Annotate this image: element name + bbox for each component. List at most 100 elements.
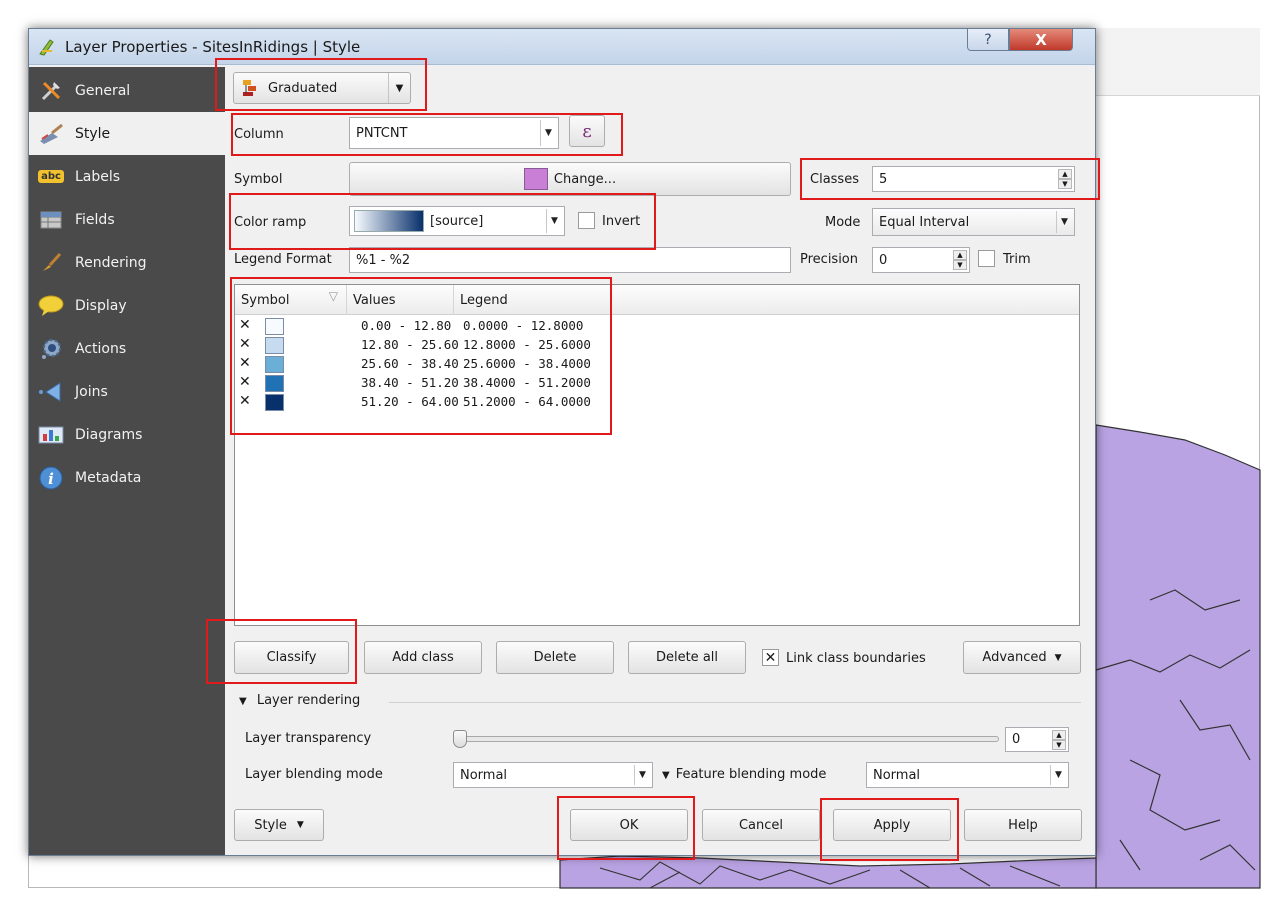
transparency-slider-handle[interactable] xyxy=(453,730,467,748)
sidebar-item-style[interactable]: Style xyxy=(29,112,225,155)
delete-button[interactable]: Delete xyxy=(496,641,614,674)
table-row[interactable]: ✕ 51.20 - 64.00 51.2000 - 64.0000 xyxy=(235,393,1079,412)
sidebar-item-fields[interactable]: Fields xyxy=(29,198,225,241)
class-color-swatch[interactable] xyxy=(265,318,284,335)
mode-value: Equal Interval xyxy=(879,214,970,230)
class-values: 25.60 - 38.40 xyxy=(361,356,459,371)
classes-label: Classes xyxy=(810,172,859,187)
sidebar-item-label: Diagrams xyxy=(75,426,143,443)
classify-button[interactable]: Classify xyxy=(234,641,349,674)
delete-all-button[interactable]: Delete all xyxy=(628,641,746,674)
sidebar-item-label: Style xyxy=(75,125,111,142)
sidebar-item-label: Labels xyxy=(75,168,121,185)
class-legend: 0.0000 - 12.8000 xyxy=(463,318,584,333)
table-header: Symbol ▽ Values Legend xyxy=(235,285,1079,315)
help-button[interactable]: Help xyxy=(964,809,1082,841)
add-class-button[interactable]: Add class xyxy=(364,641,482,674)
table-icon xyxy=(37,208,65,232)
abc-label-icon: abc xyxy=(37,165,65,189)
invert-checkbox[interactable] xyxy=(578,212,595,229)
title-bar[interactable]: Layer Properties - SitesInRidings | Styl… xyxy=(29,29,1095,65)
ok-button[interactable]: OK xyxy=(570,809,688,841)
table-row[interactable]: ✕ 12.80 - 25.60 12.8000 - 25.6000 xyxy=(235,336,1079,355)
change-symbol-button[interactable]: Change... xyxy=(349,162,791,196)
sidebar-item-actions[interactable]: Actions xyxy=(29,327,225,370)
transparency-spinner[interactable]: ▲ ▼ xyxy=(1052,730,1066,750)
layer-rendering-toggle[interactable]: ▼ Layer rendering xyxy=(239,693,360,708)
chevron-down-icon: ▼ xyxy=(546,209,562,233)
gear-icon xyxy=(37,337,65,361)
link-boundaries-checkbox[interactable]: ✕ xyxy=(762,649,779,666)
window-help-button[interactable]: ? xyxy=(967,29,1009,51)
column-value: PNTCNT xyxy=(356,125,408,141)
blending-combo[interactable]: Normal ▼ xyxy=(453,762,653,788)
table-row[interactable]: ✕ 0.00 - 12.80 0.0000 - 12.8000 xyxy=(235,317,1079,336)
mode-combo[interactable]: Equal Interval ▼ xyxy=(872,208,1075,236)
table-row[interactable]: ✕ 38.40 - 51.20 38.4000 - 51.2000 xyxy=(235,374,1079,393)
header-symbol[interactable]: Symbol ▽ xyxy=(235,285,347,315)
advanced-button[interactable]: Advanced ▼ xyxy=(963,641,1081,674)
expression-button[interactable]: ε xyxy=(569,115,605,147)
triangle-icon: ▼ xyxy=(662,770,670,781)
transparency-spinbox[interactable]: 0 ▲ ▼ xyxy=(1005,727,1069,752)
sidebar: General Style abc Labels Fields Renderin… xyxy=(29,67,225,855)
column-combo[interactable]: PNTCNT ▼ xyxy=(349,117,559,149)
wrench-hammer-icon xyxy=(37,79,65,103)
classes-table[interactable]: Symbol ▽ Values Legend ✕ 0.00 - 12.80 0.… xyxy=(234,284,1080,626)
classes-spinbox[interactable]: 5 ▲ ▼ xyxy=(872,166,1075,192)
precision-spinbox[interactable]: 0 ▲ ▼ xyxy=(872,247,970,273)
diagram-icon xyxy=(37,423,65,447)
header-values[interactable]: Values xyxy=(347,285,454,315)
transparency-slider[interactable] xyxy=(459,736,999,742)
sidebar-item-general[interactable]: General xyxy=(29,69,225,112)
checked-x-icon[interactable]: ✕ xyxy=(239,374,251,390)
class-color-swatch[interactable] xyxy=(265,356,284,373)
group-divider xyxy=(389,702,1081,703)
checked-x-icon[interactable]: ✕ xyxy=(239,393,251,409)
blending-label: Layer blending mode xyxy=(245,767,383,782)
sidebar-item-metadata[interactable]: i Metadata xyxy=(29,456,225,499)
color-ramp-combo[interactable]: [source] ▼ xyxy=(349,206,565,236)
window-close-button[interactable]: X xyxy=(1009,29,1073,51)
sidebar-item-joins[interactable]: Joins xyxy=(29,370,225,413)
trim-checkbox[interactable] xyxy=(978,250,995,267)
sidebar-item-rendering[interactable]: Rendering xyxy=(29,241,225,284)
checked-x-icon[interactable]: ✕ xyxy=(239,336,251,352)
feature-blending-combo[interactable]: Normal ▼ xyxy=(866,762,1069,788)
transparency-value: 0 xyxy=(1012,732,1021,747)
symbol-swatch xyxy=(523,168,548,190)
legend-format-input[interactable]: %1 - %2 xyxy=(349,247,791,273)
header-legend[interactable]: Legend xyxy=(454,285,1079,315)
classes-spinner[interactable]: ▲ ▼ xyxy=(1058,169,1072,189)
sidebar-item-label: Rendering xyxy=(75,254,147,271)
legend-format-value: %1 - %2 xyxy=(356,252,411,268)
precision-value: 0 xyxy=(879,252,888,268)
sidebar-item-display[interactable]: Display xyxy=(29,284,225,327)
precision-spinner[interactable]: ▲ ▼ xyxy=(953,250,967,270)
table-row[interactable]: ✕ 25.60 - 38.40 25.6000 - 38.4000 xyxy=(235,355,1079,374)
sort-indicator-icon: ▽ xyxy=(328,289,338,303)
sidebar-item-label: Metadata xyxy=(75,469,142,486)
checked-x-icon[interactable]: ✕ xyxy=(239,317,251,333)
renderer-combo[interactable]: Graduated ▼ xyxy=(233,72,411,104)
chevron-down-icon: ▼ xyxy=(1056,211,1072,233)
renderer-dropdown-arrow[interactable]: ▼ xyxy=(388,73,410,103)
color-ramp-label: Color ramp xyxy=(234,215,307,230)
class-legend: 25.6000 - 38.4000 xyxy=(463,356,591,371)
paintbrush-icon xyxy=(37,122,65,146)
sidebar-item-diagrams[interactable]: Diagrams xyxy=(29,413,225,456)
class-color-swatch[interactable] xyxy=(265,375,284,392)
sidebar-item-label: Joins xyxy=(75,383,108,400)
cancel-button[interactable]: Cancel xyxy=(702,809,820,841)
column-label: Column xyxy=(234,127,284,142)
class-color-swatch[interactable] xyxy=(265,337,284,354)
trim-label: Trim xyxy=(1003,252,1031,267)
qgis-icon xyxy=(39,39,54,56)
style-menu-button[interactable]: Style ▼ xyxy=(234,809,324,841)
join-arrow-icon xyxy=(37,380,65,404)
class-color-swatch[interactable] xyxy=(265,394,284,411)
class-legend: 38.4000 - 51.2000 xyxy=(463,375,591,390)
sidebar-item-labels[interactable]: abc Labels xyxy=(29,155,225,198)
apply-button[interactable]: Apply xyxy=(833,809,951,841)
checked-x-icon[interactable]: ✕ xyxy=(239,355,251,371)
